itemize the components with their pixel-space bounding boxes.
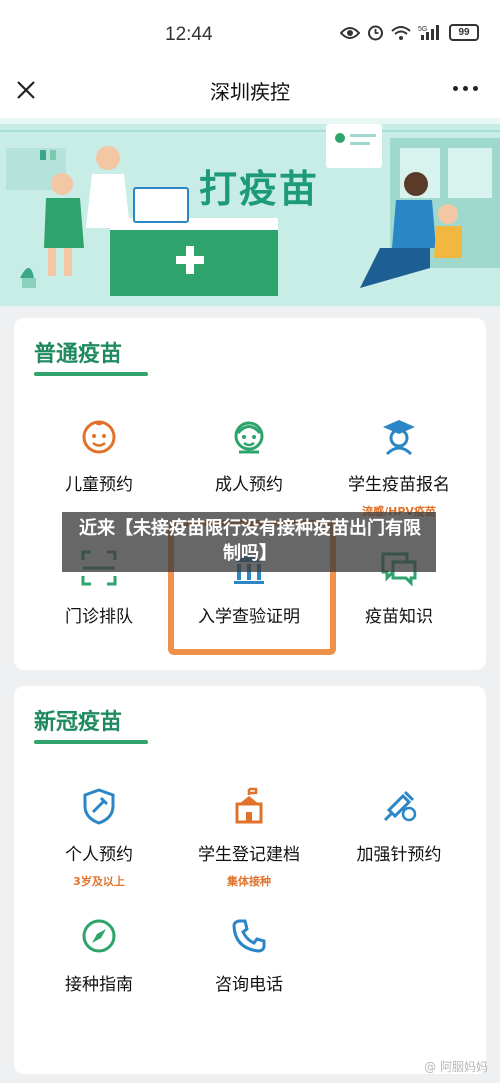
signal-5g-icon: 5G [418, 25, 439, 40]
grid-item-adult-booking[interactable]: 成人预约 [174, 416, 324, 495]
wifi-icon [391, 25, 411, 40]
grid-item-label: 成人预约 [215, 475, 283, 495]
grid-item-personal-booking[interactable]: 个人预约 3岁及以上 [24, 786, 174, 889]
caption-text: 近来【未接疫苗限行没有接种疫苗出门有限制吗】 [79, 518, 421, 564]
vaccine-shield-icon [83, 788, 115, 825]
compass-icon [82, 919, 116, 953]
watermark: @ 阿胭妈妈 [424, 1060, 488, 1074]
status-time: 12:44 [165, 24, 213, 45]
alarm-icon [368, 25, 383, 41]
grid-item-vaccination-guide[interactable]: 接种指南 [24, 916, 174, 995]
caption-overlay: 近来【未接疫苗限行没有接种疫苗出门有限制吗】 [62, 512, 436, 572]
eye-icon [340, 26, 360, 39]
grid-item-label: 咨询电话 [215, 975, 283, 995]
covid-vaccine-card: 新冠疫苗 个人预约 3岁及以上 学生登记建档 集体接种 加强针预约 接种指南 咨… [14, 686, 486, 1074]
grid-item-label: 儿童预约 [65, 475, 133, 495]
section-title-covid: 新冠疫苗 [34, 710, 123, 735]
grid-item-label: 加强针预约 [356, 845, 442, 865]
grid-item-hotline[interactable]: 咨询电话 [174, 916, 324, 995]
phone-icon [232, 919, 266, 953]
section-title-regular: 普通疫苗 [34, 342, 123, 367]
nav-bar: 深圳疾控 [0, 72, 500, 118]
banner-headline: 打疫苗 [199, 167, 320, 211]
grid-item-label: 门诊排队 [65, 607, 133, 627]
syringe-icon [383, 790, 417, 822]
grid-item-child-booking[interactable]: 儿童预约 [24, 416, 174, 495]
svg-text:5G: 5G [418, 26, 427, 33]
child-face-icon [82, 420, 116, 454]
section-underline [34, 740, 148, 744]
grid-item-label: 接种指南 [65, 975, 133, 995]
page-title: 深圳疾控 [210, 80, 290, 104]
banner[interactable]: 打疫苗 [0, 118, 500, 306]
graduate-icon [383, 420, 415, 456]
grid-item-label: 疫苗知识 [365, 607, 433, 627]
status-icons: 5G 99 [340, 24, 479, 41]
grid-item-label: 个人预约 [65, 845, 133, 865]
grid-item-label: 学生登记建档 [198, 845, 300, 865]
more-icon[interactable] [453, 86, 478, 91]
battery-icon: 99 [449, 24, 479, 41]
school-building-icon [235, 787, 263, 824]
grid-item-student-registration[interactable]: 学生登记建档 集体接种 [174, 786, 324, 889]
adult-face-icon [234, 421, 264, 454]
grid-item-student-vaccine-signup[interactable]: 学生疫苗报名 流感/HPV疫苗 [324, 416, 474, 519]
grid-item-sublabel: 集体接种 [227, 875, 271, 888]
status-bar: 12:44 5G 99 [0, 0, 500, 72]
section-underline [34, 372, 148, 376]
grid-item-label: 学生疫苗报名 [348, 475, 450, 495]
grid-item-sublabel: 3岁及以上 [73, 875, 125, 888]
grid-item-booster-booking[interactable]: 加强针预约 [324, 786, 474, 865]
